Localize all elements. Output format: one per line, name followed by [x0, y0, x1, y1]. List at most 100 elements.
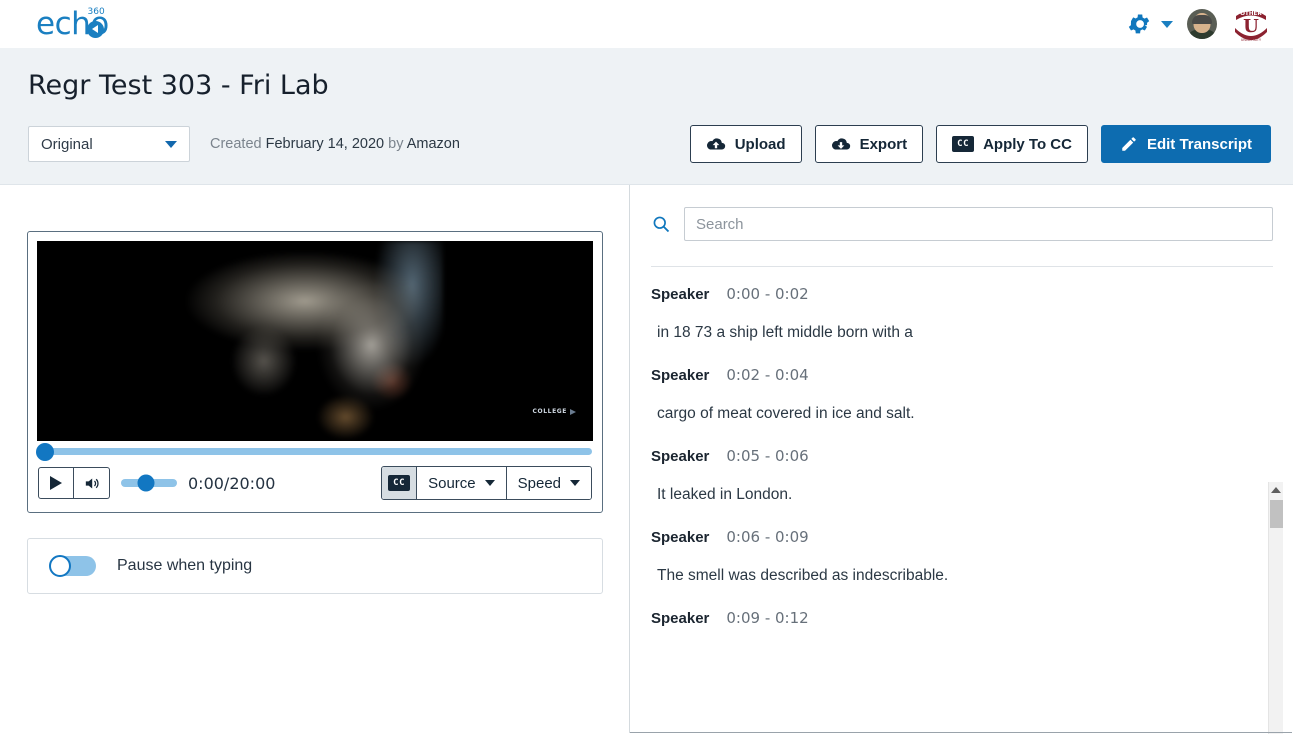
- transcript-text: The smell was described as indescribable…: [657, 567, 949, 584]
- svg-text:UNIVERSITY: UNIVERSITY: [1241, 38, 1262, 42]
- avatar-hair: [1192, 15, 1212, 24]
- scrollbar-thumb[interactable]: [1270, 500, 1283, 528]
- progress-scrubber[interactable]: [36, 442, 592, 461]
- cc-icon: CC: [952, 136, 975, 152]
- transcript-search-row: [630, 207, 1292, 241]
- pause-when-typing-label: Pause when typing: [117, 557, 253, 574]
- settings-menu-button[interactable]: [1126, 11, 1173, 37]
- top-navigation-bar: echo 360 OTHER U UNIVERSITY: [0, 0, 1293, 48]
- playback-button-group: [38, 467, 110, 499]
- speed-dropdown-label: Speed: [517, 474, 561, 492]
- pause-when-typing-row: Pause when typing: [27, 538, 603, 594]
- chevron-down-icon: [165, 140, 177, 148]
- speaker-label: Speaker: [651, 529, 710, 546]
- player-right-controls: CC Source Speed: [381, 466, 592, 500]
- timestamp[interactable]: 0:02 - 0:04: [726, 366, 808, 384]
- main-content: COLLEGE 0:00/20:00 CC Source Speed Pause…: [0, 185, 1293, 734]
- logo-360-superscript: 360: [87, 6, 105, 17]
- echo360-logo[interactable]: echo 360: [36, 6, 109, 40]
- transcript-text: in 18 73 a ship left middle born with a: [657, 324, 913, 341]
- play-icon: [50, 476, 62, 490]
- cloud-upload-icon: [706, 137, 725, 149]
- transcript-entry-header: Speaker 0:09 - 0:12: [651, 609, 1252, 627]
- timestamp[interactable]: 0:05 - 0:06: [726, 447, 808, 465]
- volume-button[interactable]: [74, 467, 110, 499]
- search-icon: [653, 216, 670, 233]
- transcript-version-value: Original: [41, 135, 93, 153]
- panel-bottom-rule: [630, 732, 1292, 733]
- apply-to-cc-button[interactable]: CC Apply To CC: [936, 125, 1088, 163]
- progress-bar-row: [28, 441, 602, 461]
- university-crest-logo: OTHER U UNIVERSITY: [1231, 4, 1271, 44]
- transcript-entry-header: Speaker 0:02 - 0:04: [651, 366, 1252, 384]
- pencil-icon: [1122, 137, 1136, 151]
- transcript-entry-header: Speaker 0:00 - 0:02: [651, 285, 1252, 303]
- toggle-knob: [49, 555, 71, 577]
- video-frame-image: [187, 241, 443, 441]
- divider: [651, 266, 1273, 267]
- created-by-word: by: [384, 136, 407, 152]
- transcript-panel: Speaker 0:00 - 0:02 in 18 73 a ship left…: [630, 185, 1292, 734]
- speaker-label: Speaker: [651, 610, 710, 627]
- top-nav-right-group: OTHER U UNIVERSITY: [1126, 4, 1271, 44]
- page-header-band: Regr Test 303 - Fri Lab Original Created…: [0, 48, 1293, 185]
- created-author: Amazon: [406, 136, 460, 152]
- cc-toggle-button[interactable]: CC: [382, 467, 417, 499]
- apply-to-cc-button-label: Apply To CC: [983, 135, 1072, 153]
- timestamp[interactable]: 0:06 - 0:09: [726, 528, 808, 546]
- speed-dropdown[interactable]: Speed: [505, 467, 591, 499]
- list-item[interactable]: Speaker 0:00 - 0:02 in 18 73 a ship left…: [651, 285, 1252, 342]
- time-display: 0:00/20:00: [188, 473, 276, 493]
- volume-slider[interactable]: [121, 474, 177, 492]
- list-item[interactable]: Speaker 0:02 - 0:04 cargo of meat covere…: [651, 366, 1252, 423]
- search-input[interactable]: [684, 207, 1273, 241]
- transcript-text: cargo of meat covered in ice and salt.: [657, 405, 915, 422]
- transcript-list[interactable]: Speaker 0:00 - 0:02 in 18 73 a ship left…: [630, 285, 1292, 715]
- page-title: Regr Test 303 - Fri Lab: [28, 70, 329, 101]
- svg-text:U: U: [1243, 16, 1259, 37]
- logo-play-icon: [86, 20, 104, 38]
- source-dropdown-label: Source: [428, 474, 476, 492]
- edit-transcript-button[interactable]: Edit Transcript: [1100, 125, 1271, 163]
- play-button[interactable]: [38, 467, 74, 499]
- source-dropdown[interactable]: Source: [416, 467, 506, 499]
- transcript-scrollbar[interactable]: [1268, 482, 1283, 734]
- timestamp[interactable]: 0:00 - 0:02: [726, 285, 808, 303]
- transcript-entry-header: Speaker 0:05 - 0:06: [651, 447, 1252, 465]
- cc-icon: CC: [388, 475, 411, 491]
- upload-button[interactable]: Upload: [689, 125, 802, 163]
- avatar[interactable]: [1187, 9, 1217, 39]
- speaker-label: Speaker: [651, 367, 710, 384]
- header-meta-row: Original Created February 14, 2020 by Am…: [28, 125, 1271, 163]
- chevron-down-icon: [1161, 20, 1173, 28]
- export-button[interactable]: Export: [814, 125, 924, 163]
- speaker-icon: [85, 478, 99, 488]
- header-action-buttons: Upload Export CC Apply To CC Edit Transc…: [689, 125, 1271, 163]
- volume-handle[interactable]: [137, 474, 155, 492]
- export-button-label: Export: [859, 135, 908, 153]
- video-watermark: COLLEGE: [532, 408, 577, 415]
- header-meta-left: Original Created February 14, 2020 by Am…: [28, 126, 460, 162]
- created-info: Created February 14, 2020 by Amazon: [210, 136, 460, 152]
- gear-icon: [1128, 14, 1150, 34]
- progress-handle[interactable]: [36, 442, 54, 461]
- chevron-down-icon: [570, 480, 580, 486]
- transcript-version-select[interactable]: Original: [28, 126, 190, 162]
- list-item[interactable]: Speaker 0:09 - 0:12: [651, 609, 1252, 627]
- speaker-label: Speaker: [651, 448, 710, 465]
- media-panel: COLLEGE 0:00/20:00 CC Source Speed Pause…: [0, 185, 630, 733]
- upload-button-label: Upload: [734, 135, 786, 153]
- player-controls: 0:00/20:00 CC Source Speed: [28, 455, 602, 512]
- scroll-up-arrow-icon[interactable]: [1271, 487, 1281, 493]
- list-item[interactable]: Speaker 0:05 - 0:06 It leaked in London.: [651, 447, 1252, 504]
- created-prefix: Created: [210, 136, 266, 152]
- speaker-label: Speaker: [651, 286, 710, 303]
- timestamp[interactable]: 0:09 - 0:12: [726, 609, 808, 627]
- chevron-down-icon: [484, 480, 495, 486]
- video-player: COLLEGE 0:00/20:00 CC Source Speed: [27, 231, 603, 513]
- pause-when-typing-toggle[interactable]: [49, 555, 96, 577]
- transcript-entry-header: Speaker 0:06 - 0:09: [651, 528, 1252, 546]
- video-stage[interactable]: COLLEGE: [37, 241, 593, 441]
- created-date: February 14, 2020: [265, 136, 385, 152]
- list-item[interactable]: Speaker 0:06 - 0:09 The smell was descri…: [651, 528, 1252, 585]
